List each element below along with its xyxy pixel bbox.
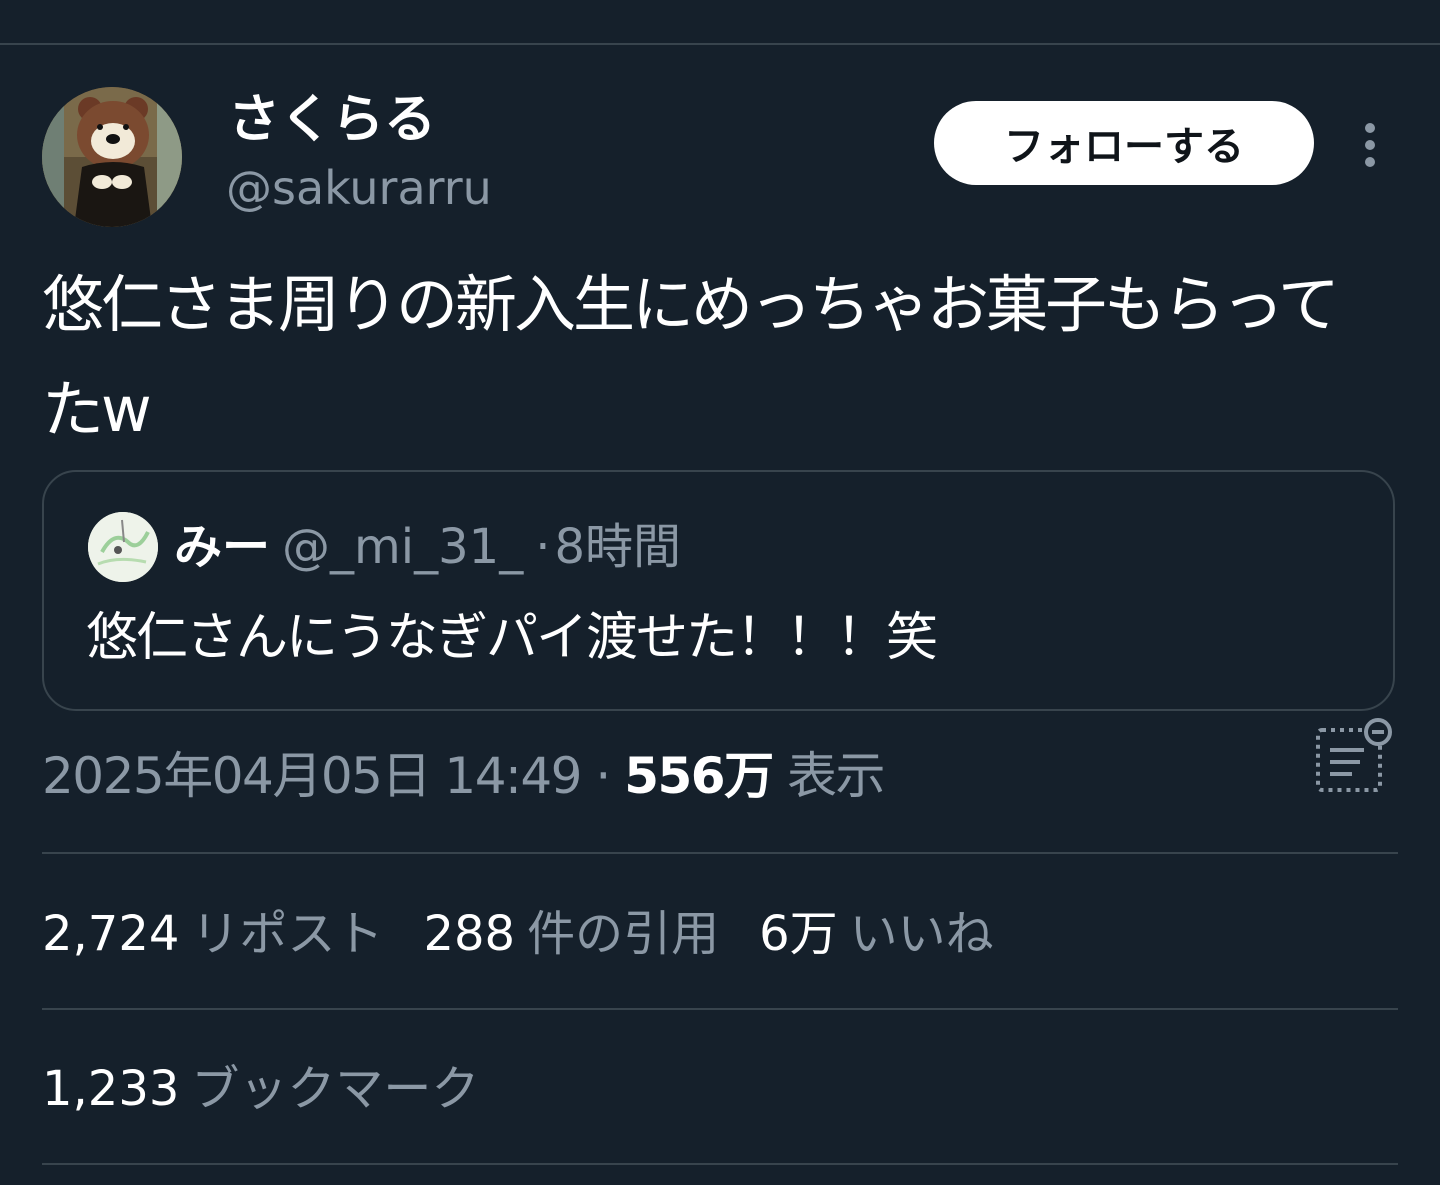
bear-mascot-avatar-icon [42,87,182,227]
reposts-stat[interactable]: 2,724 リポスト [42,898,383,970]
tweet-timestamp[interactable]: 2025年04月05日 14:49 [42,747,582,805]
quotes-label: 件の引用 [527,906,720,962]
meta-separator: · [595,747,611,805]
top-divider [0,43,1440,45]
quote-avatar-icon [88,512,158,582]
quotes-count: 288 [423,906,516,962]
quote-time-ago: 8時間 [554,519,681,575]
quote-separator: · [535,519,551,575]
bookmarks-stat[interactable]: 1,233 ブックマーク [42,1053,479,1125]
more-options-button[interactable] [1350,118,1390,172]
divider [42,1163,1398,1165]
author-display-name[interactable]: さくらる [228,88,436,152]
quotes-stat[interactable]: 288 件の引用 [423,898,719,970]
author-avatar[interactable] [42,87,182,227]
likes-label: いいね [849,906,994,962]
author-handle[interactable]: @sakurarru [226,158,492,218]
quoted-tweet-card[interactable]: みー @_mi_31_ ·8時間 悠仁さんにうなぎパイ渡せた！！！笑 [42,470,1395,711]
bookmarks-label: ブックマーク [191,1061,480,1117]
timestamp-row: 2025年04月05日 14:49 · 556万 表示 [42,740,886,812]
quote-text: 悠仁さんにうなぎパイ渡せた！！！笑 [86,608,938,668]
views-label: 表示 [786,747,886,805]
analytics-icon [1316,718,1392,792]
divider [42,1008,1398,1010]
quote-handle[interactable]: @_mi_31_ [282,519,523,575]
engagement-stats: 2,724 リポスト 288 件の引用 6万 いいね [42,898,1034,970]
quote-header: みー @_mi_31_ ·8時間 [174,514,681,580]
follow-button[interactable]: フォローする [934,101,1314,185]
divider [42,852,1398,854]
reposts-count: 2,724 [42,906,180,962]
tweet-text: 悠仁さま周りの新入生にめっちゃお菓子もらってたw [42,268,1340,446]
more-vertical-icon [1365,123,1375,167]
quote-display-name[interactable]: みー [174,519,270,575]
analytics-button[interactable] [1312,716,1398,796]
likes-stat[interactable]: 6万 いいね [759,898,994,970]
likes-count: 6万 [759,906,838,962]
bookmarks-count: 1,233 [42,1061,180,1117]
quote-author-avatar[interactable] [88,512,158,582]
views-count: 556万 [624,747,774,805]
reposts-label: リポスト [191,906,384,962]
